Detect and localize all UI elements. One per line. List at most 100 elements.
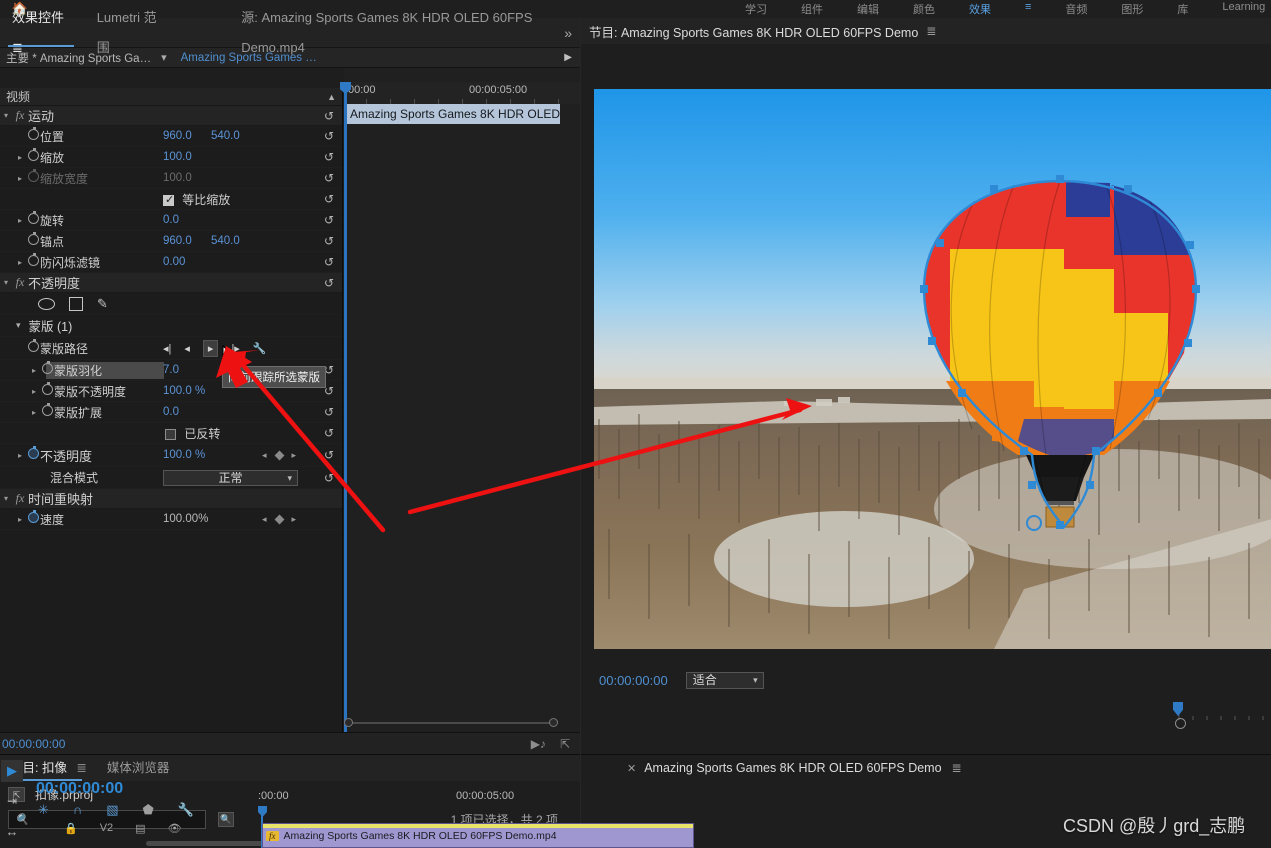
- stopwatch-icon[interactable]: [26, 339, 40, 355]
- mask-tracking-buttons[interactable]: ◂| ◂ ▸ |▸ 🔧: [163, 339, 267, 357]
- reset-icon[interactable]: ↺: [324, 405, 334, 419]
- param-position-y[interactable]: 540.0: [211, 130, 240, 142]
- reset-icon[interactable]: ↺: [324, 192, 334, 206]
- program-timecode[interactable]: 00:00:00:00: [599, 673, 668, 688]
- disclosure-triangle-icon[interactable]: ▸: [14, 258, 26, 267]
- param-scale[interactable]: ▸ 缩放 100.0 ↺: [0, 147, 342, 168]
- workspace-menu-icon[interactable]: ≡: [1025, 1, 1031, 17]
- sync-lock-icon[interactable]: ▤: [135, 822, 145, 835]
- track-backward-icon[interactable]: ◂: [184, 342, 190, 355]
- tools-panel[interactable]: ▶ ⇥ ↔: [0, 754, 24, 848]
- next-keyframe-icon[interactable]: ▸: [292, 514, 297, 525]
- workspace-tabs[interactable]: 学习 组件 编辑 颜色 效果 ≡ 音频 图形 库 Learning: [745, 1, 1265, 18]
- hamburger-icon[interactable]: ≣: [926, 24, 936, 38]
- mask-shape-tools[interactable]: ✎: [0, 293, 342, 315]
- param-rotation-value[interactable]: 0.0: [163, 214, 179, 226]
- disclosure-triangle-icon[interactable]: ▸: [14, 451, 26, 460]
- param-opacity[interactable]: ▸ 不透明度 100.0 % ◂ ▸ ↺: [0, 444, 342, 467]
- add-keyframe-icon[interactable]: [274, 450, 284, 460]
- nest-sync-icon[interactable]: ✳: [38, 802, 49, 818]
- app-menubar[interactable]: 🏠 学习 组件 编辑 颜色 效果 ≡ 音频 图形 库 Learning: [0, 0, 1271, 18]
- stopwatch-icon[interactable]: [26, 446, 40, 462]
- workspace-tab-6[interactable]: 图形: [1121, 1, 1143, 17]
- stopwatch-icon[interactable]: [26, 510, 40, 526]
- timeline-tabbar[interactable]: ✕ Amazing Sports Games 8K HDR OLED 60FPS…: [581, 755, 1271, 781]
- program-monitor-tc-row[interactable]: 00:00:00:00 适合 ▾: [581, 666, 1271, 694]
- chevron-down-icon[interactable]: ▾: [753, 673, 758, 688]
- next-keyframe-icon[interactable]: ▸: [292, 450, 297, 461]
- prev-keyframe-icon[interactable]: ◂: [262, 450, 267, 461]
- stopwatch-icon[interactable]: [40, 382, 54, 398]
- checkbox-icon[interactable]: [163, 193, 174, 206]
- workspace-tab-4[interactable]: 效果: [969, 1, 991, 17]
- hamburger-icon[interactable]: ≣: [952, 761, 962, 775]
- reset-icon[interactable]: ↺: [324, 255, 334, 269]
- param-position-x[interactable]: 960.0: [163, 130, 192, 142]
- effect-group-motion[interactable]: ▾ fx 运动 ↺: [0, 106, 342, 126]
- workspace-tab-7[interactable]: 库: [1177, 1, 1188, 17]
- disclosure-triangle-icon[interactable]: ▸: [14, 153, 26, 162]
- workspace-tab-0[interactable]: 学习: [745, 1, 767, 17]
- ellipse-mask-icon[interactable]: [38, 297, 55, 310]
- tab-media-browser[interactable]: 媒体浏览器: [97, 755, 180, 781]
- effect-parameter-list[interactable]: 视频 ▲ ▾ fx 运动 ↺ 位置 960.0 540.0 ↺ ▸ 缩放 100…: [0, 88, 343, 732]
- keyframe-nav[interactable]: ◂ ▸: [262, 514, 296, 525]
- timeline-timecode[interactable]: 00:00:00:00: [28, 780, 278, 798]
- lock-icon[interactable]: 🔒: [64, 822, 78, 835]
- param-scale-value[interactable]: 100.0: [163, 151, 192, 163]
- inverted-row[interactable]: 已反转: [165, 425, 220, 442]
- tab-effect-controls[interactable]: 效果控件 ≣: [0, 3, 85, 63]
- play-audio-icon[interactable]: ▶♪: [531, 737, 546, 751]
- workspace-tab-2[interactable]: 编辑: [857, 1, 879, 17]
- zoom-level-select[interactable]: 适合 ▾: [685, 671, 764, 689]
- selection-tool[interactable]: ▶: [1, 760, 23, 782]
- export-frame-icon[interactable]: ⇱: [560, 737, 570, 751]
- disclosure-triangle-icon[interactable]: ▸: [14, 174, 26, 183]
- add-marker-icon[interactable]: ⬟: [143, 802, 154, 818]
- chevron-double-right-icon[interactable]: »: [564, 25, 572, 41]
- linked-selection-icon[interactable]: ▧: [106, 802, 118, 818]
- prev-keyframe-icon[interactable]: ◂: [262, 514, 267, 525]
- effect-controls-clip-bar-label[interactable]: Amazing Sports Games 8K HDR OLED 60F: [346, 104, 560, 124]
- reset-icon[interactable]: ↺: [324, 129, 334, 143]
- timeline-track-header[interactable]: 🔒 V2 ▤ 👁: [28, 822, 278, 835]
- keyframe-nav[interactable]: ◂ ▸: [262, 450, 296, 461]
- track-backward-all-icon[interactable]: ◂|: [163, 342, 171, 355]
- reset-icon[interactable]: ↺: [324, 171, 334, 185]
- stopwatch-icon[interactable]: [26, 148, 40, 164]
- param-blend-mode[interactable]: 混合模式 正常 ▾ ↺: [0, 467, 342, 489]
- caret-up-icon[interactable]: ▲: [327, 92, 336, 102]
- disclosure-triangle-icon[interactable]: ▾: [16, 320, 21, 331]
- stopwatch-icon[interactable]: [40, 403, 54, 419]
- disclosure-triangle-icon[interactable]: ▸: [14, 216, 26, 225]
- checkbox-icon[interactable]: [165, 428, 176, 440]
- tab-timeline[interactable]: Amazing Sports Games 8K HDR OLED 60FPS D…: [644, 761, 941, 775]
- effect-controls-timeline[interactable]: [344, 68, 580, 732]
- program-monitor-tabbar[interactable]: 节目: Amazing Sports Games 8K HDR OLED 60F…: [581, 18, 1271, 44]
- workspace-tab-5[interactable]: 音频: [1065, 1, 1087, 17]
- reset-icon[interactable]: ↺: [324, 426, 334, 440]
- param-mask-expansion-value[interactable]: 0.0: [163, 406, 179, 418]
- program-monitor-video[interactable]: [594, 89, 1271, 649]
- disclosure-triangle-icon[interactable]: ▾: [0, 278, 12, 287]
- hamburger-icon[interactable]: ≣: [76, 761, 86, 775]
- disclosure-triangle-icon[interactable]: ▸: [28, 408, 40, 417]
- close-icon[interactable]: ✕: [627, 762, 636, 775]
- track-select-forward-tool[interactable]: ⇥: [1, 790, 23, 812]
- param-mask-expansion[interactable]: ▸ 蒙版扩展 0.0 ↺: [0, 402, 342, 423]
- reset-icon[interactable]: ↺: [324, 234, 334, 248]
- disclosure-triangle-icon[interactable]: ▾: [0, 494, 12, 503]
- param-mask-path[interactable]: 蒙版路径 ◂| ◂ ▸ |▸ 🔧: [0, 337, 342, 360]
- stopwatch-icon[interactable]: [26, 253, 40, 269]
- reset-icon[interactable]: ↺: [324, 109, 334, 123]
- workspace-tab-8[interactable]: Learning: [1222, 1, 1265, 17]
- program-monitor-ruler[interactable]: [1169, 708, 1271, 720]
- param-antiflicker[interactable]: ▸ 防闪烁滤镜 0.00 ↺: [0, 252, 342, 273]
- blend-mode-select[interactable]: 正常 ▾: [163, 469, 298, 486]
- param-mask-opacity-value[interactable]: 100.0 %: [163, 385, 205, 397]
- workspace-tab-1[interactable]: 组件: [801, 1, 823, 17]
- eye-icon[interactable]: 👁: [168, 822, 182, 835]
- effect-group-opacity[interactable]: ▾ fx 不透明度 ↺: [0, 273, 342, 293]
- effect-group-time-remapping[interactable]: ▾ fx 时间重映射: [0, 489, 342, 509]
- param-uniform-scale[interactable]: 等比缩放 ↺: [0, 189, 342, 210]
